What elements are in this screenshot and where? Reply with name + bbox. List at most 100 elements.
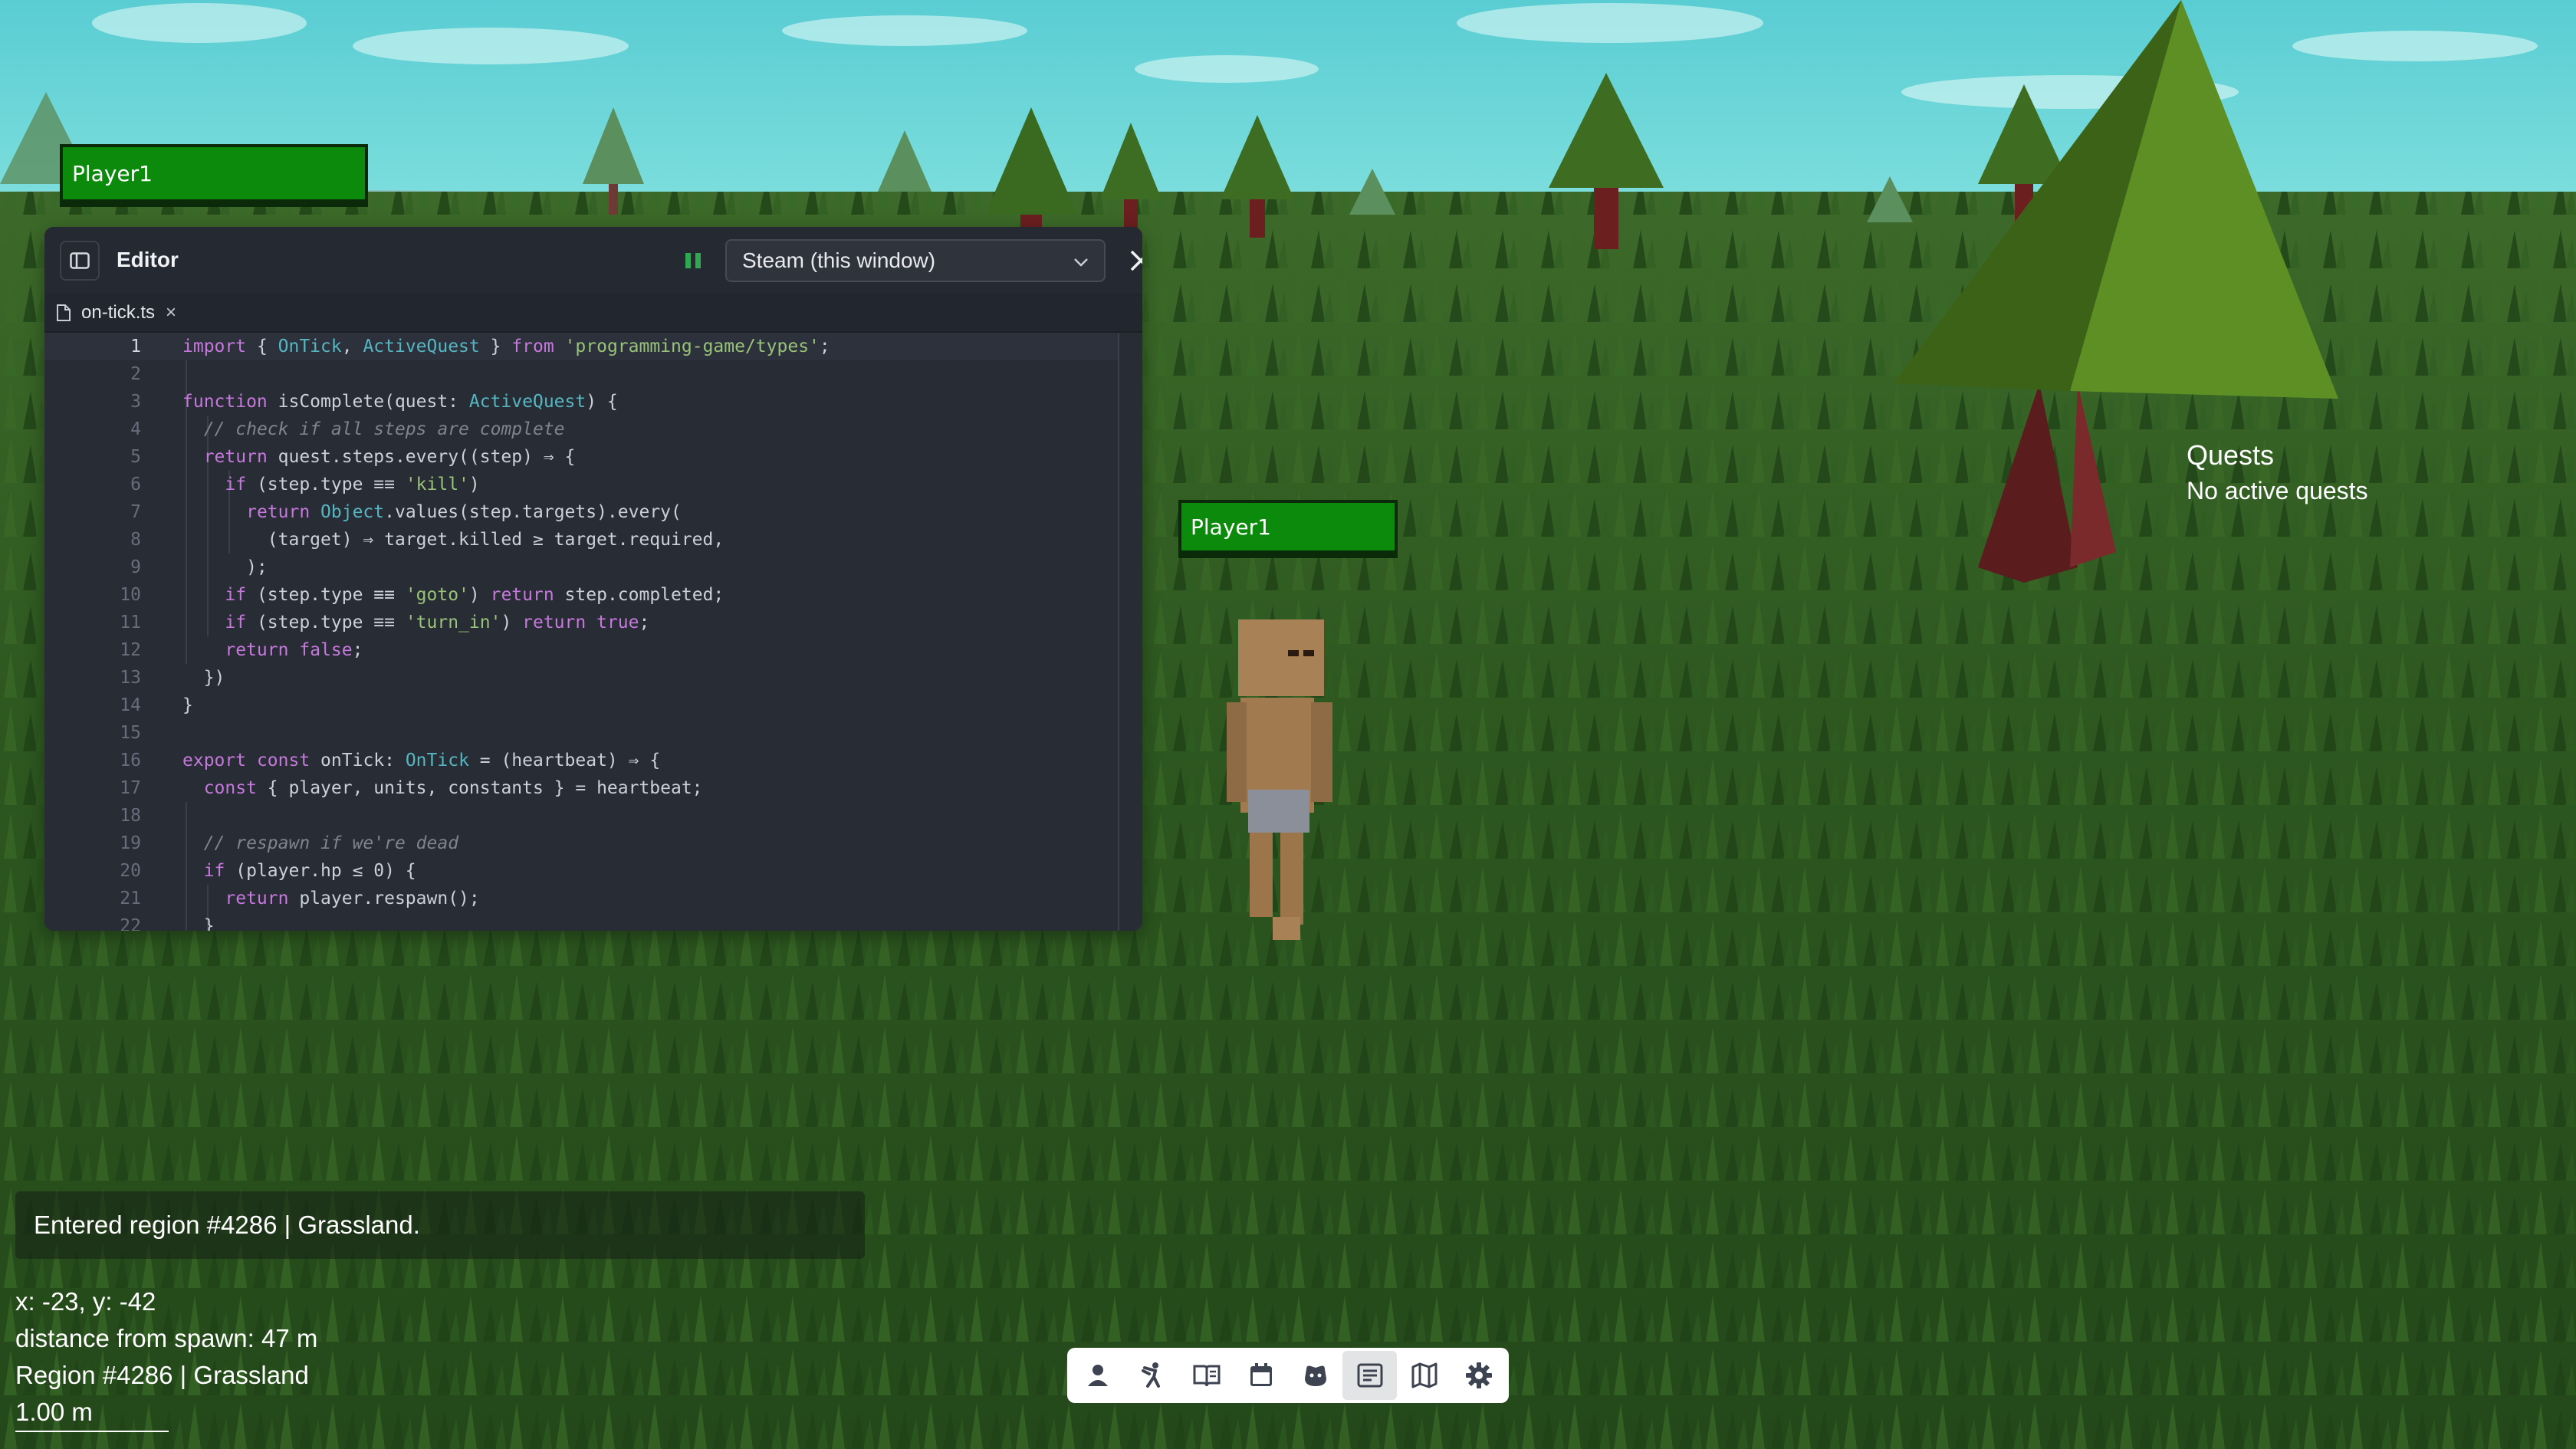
output-select-value: Steam (this window) [742,248,936,272]
map-button[interactable] [1397,1351,1451,1400]
code-line[interactable]: 9 ); [44,554,1118,581]
code-text: return quest.steps.every((step) ⇒ { [203,447,576,467]
code-line[interactable]: 6 if (step.type ≡≡ 'kill') [44,471,1118,498]
quests-title: Quests [2187,439,2275,471]
settings-icon [1465,1362,1492,1388]
line-number: 13 [120,668,141,688]
quests-empty-text: No active quests [2187,477,2368,504]
code-line[interactable]: 4 // check if all steps are complete [44,416,1118,443]
calendar-button[interactable] [1234,1351,1288,1400]
editor-button[interactable] [1342,1351,1397,1400]
tab-label: on-tick.ts [81,302,156,323]
code-text: // respawn if we're dead [203,833,459,853]
code-line[interactable]: 14} [44,692,1118,719]
region-readout: Region #4286 | Grassland [15,1361,309,1389]
scale-label: 1.00 m [15,1398,93,1426]
line-number: 15 [120,723,141,743]
region-toast: Entered region #4286 | Grassland. [15,1191,865,1259]
code-line[interactable]: 7 return Object.values(step.targets).eve… [44,498,1118,526]
tab-close-button[interactable]: × [166,302,176,324]
code-text: if (step.type ≡≡ 'kill') [225,475,480,495]
toast-text: Entered region #4286 | Grassland. [34,1211,420,1239]
line-number: 5 [130,447,141,467]
pause-icon[interactable] [682,250,704,271]
code-text: export const onTick: OnTick = (heartbeat… [182,751,661,770]
code-line[interactable]: 20 if (player.hp ≤ 0) { [44,857,1118,885]
player-name: Player1 [72,160,153,186]
skills-button[interactable] [1125,1351,1179,1400]
close-icon[interactable] [1127,247,1142,274]
pet-icon [1304,1365,1326,1386]
map-icon [1411,1362,1437,1388]
output-select[interactable]: Steam (this window) [725,239,1106,282]
scale-bar [15,1431,169,1432]
code-text: return false; [225,640,363,660]
line-number: 7 [130,502,141,522]
pet-button[interactable] [1288,1351,1342,1400]
line-number: 11 [120,613,141,632]
line-number: 8 [130,530,141,550]
editor-title: Editor [117,248,179,271]
player-nameplate: Player1 [60,144,368,207]
code-text: const { player, units, constants } = hea… [203,778,703,798]
code-text: function isComplete(quest: ActiveQuest) … [182,392,618,412]
skills-icon [1141,1362,1160,1388]
line-number: 14 [120,695,141,715]
code-text: return Object.values(step.targets).every… [246,502,682,522]
line-number: 21 [120,889,141,909]
file-icon [57,304,71,321]
code-line[interactable]: 15 [44,719,1118,747]
code-line[interactable]: 19 // respawn if we're dead [44,830,1118,857]
line-number: 19 [120,833,141,853]
journal-button[interactable] [1179,1351,1234,1400]
code-line[interactable]: 13 }) [44,664,1118,692]
code-line[interactable]: 11 if (step.type ≡≡ 'turn_in') return tr… [44,609,1118,636]
line-number: 3 [130,392,141,412]
code-scrollbar[interactable] [1118,333,1119,931]
code-line[interactable]: 18 [44,802,1118,830]
line-number: 18 [120,806,141,826]
code-line[interactable]: 8 (target) ⇒ target.killed ≥ target.requ… [44,526,1118,554]
character-nameplate: Player1 [1178,500,1398,558]
settings-button[interactable] [1451,1351,1506,1400]
distance-readout: distance from spawn: 47 m [15,1324,318,1352]
code-editor[interactable]: 1 import { OnTick, ActiveQuest } from 'pr… [44,333,1141,931]
code-text: import { OnTick, ActiveQuest } from 'pro… [182,337,830,356]
editor-icon [1357,1363,1382,1388]
code-line[interactable]: 22 } [44,912,1118,931]
character-icon [1087,1365,1108,1386]
code-line[interactable]: 21 return player.respawn(); [44,885,1118,912]
character-button[interactable] [1070,1351,1125,1400]
line-number: 2 [130,364,141,384]
code-line[interactable]: 3 function isComplete(quest: ActiveQuest)… [44,388,1118,416]
code-text: if (player.hp ≤ 0) { [203,861,416,881]
code-text: } [182,695,193,715]
line-number: 20 [120,861,141,881]
coordinates-readout: x: -23, y: -42 [15,1287,156,1316]
code-line[interactable]: 16 export const onTick: OnTick = (heartbe… [44,747,1118,774]
code-line[interactable]: 12 return false; [44,636,1118,664]
code-text: ); [182,557,268,577]
code-line[interactable]: 2 [44,360,1118,388]
editor-header: Editor Steam (this window) [44,227,1142,293]
sidebar-toggle-button[interactable] [60,241,100,281]
code-line[interactable]: 17 const { player, units, constants } = … [44,774,1118,802]
line-number: 22 [120,916,141,931]
journal-icon [1193,1365,1220,1387]
code-text: if (step.type ≡≡ 'goto') return step.com… [225,585,724,605]
code-line[interactable]: 10 if (step.type ≡≡ 'goto') return step.… [44,581,1118,609]
code-text: // check if all steps are complete [203,419,565,439]
bottom-toolbar [1067,1348,1509,1403]
line-number: 9 [130,557,141,577]
quests-panel: Quests No active quests [2187,437,2368,508]
code-text: }) [182,668,225,688]
code-text: (target) ⇒ target.killed ≥ target.requir… [182,530,724,550]
line-number: 16 [120,751,141,770]
line-number: 1 [130,337,141,356]
code-line[interactable]: 1 import { OnTick, ActiveQuest } from 'pr… [44,333,1118,360]
line-number: 6 [130,475,141,495]
editor-window[interactable]: Editor Steam (this window) on-tick.ts × [44,227,1142,931]
tab-on-tick[interactable]: on-tick.ts × [55,299,176,327]
code-text: if (step.type ≡≡ 'turn_in') return true; [225,613,650,632]
code-line[interactable]: 5 return quest.steps.every((step) ⇒ { [44,443,1118,471]
